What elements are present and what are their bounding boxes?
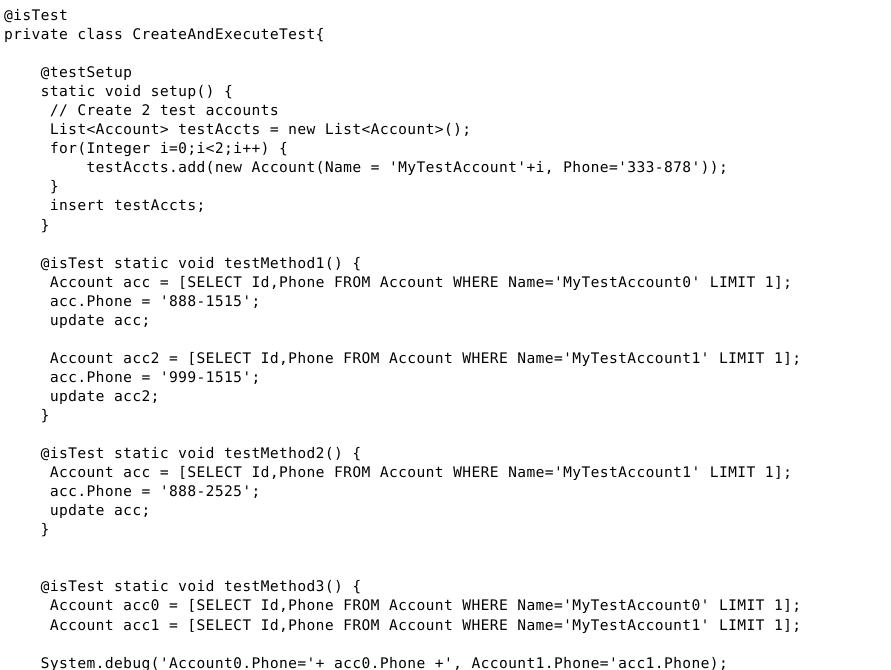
code-listing-page: @isTest private class CreateAndExecuteTe… <box>0 0 891 670</box>
apex-code-block: @isTest private class CreateAndExecuteTe… <box>4 7 802 670</box>
